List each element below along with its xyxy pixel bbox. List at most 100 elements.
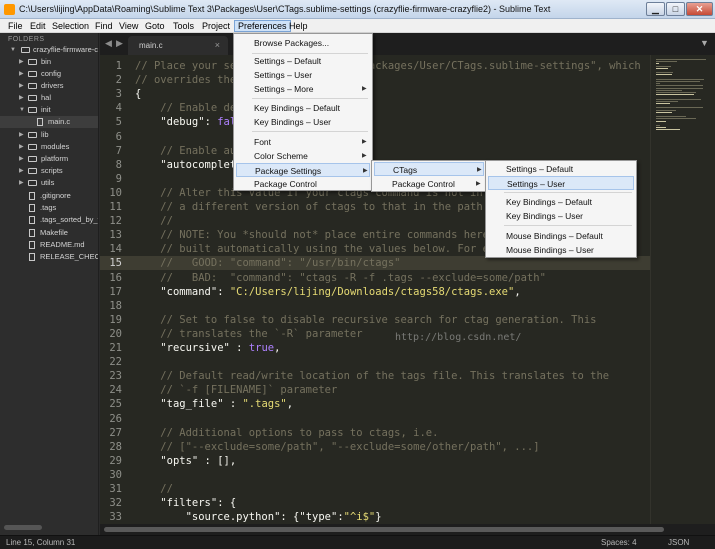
menu-item-settings-default[interactable]: Settings – Default	[236, 54, 370, 68]
menu-help[interactable]: Help	[286, 20, 311, 32]
chevron-down-icon[interactable]: ▼	[10, 44, 18, 56]
menu-item-ctags-settings-user[interactable]: Settings – User	[488, 176, 634, 190]
tab-main-c[interactable]: main.c ×	[128, 36, 228, 55]
menu-edit[interactable]: Edit	[27, 20, 49, 32]
code-line[interactable]: 30	[100, 468, 650, 482]
code-editor[interactable]: 33 "source.python": {"type":"^i$"} 32 "fi…	[100, 55, 650, 524]
menu-item-ctags-mouse-bindings-default[interactable]: Mouse Bindings – Default	[488, 229, 634, 243]
code-line[interactable]: 21 "recursive" : true,	[100, 341, 650, 355]
menu-item-package-control[interactable]: Package Control	[236, 177, 370, 191]
tab-next-icon[interactable]: ▶	[116, 38, 123, 49]
menu-item-package-control-settings[interactable]: Package Control ▶	[374, 177, 484, 191]
code-line[interactable]: 26	[100, 412, 650, 426]
tree-folder-config[interactable]: ▶ config	[0, 68, 98, 80]
minimize-button[interactable]: ▁	[646, 2, 665, 16]
editor-horizontal-scrollbar[interactable]	[100, 524, 715, 535]
line-number: 29	[109, 454, 122, 467]
code-line[interactable]: 27 // Additional options to pass to ctag…	[100, 426, 650, 440]
menu-item-key-bindings-user[interactable]: Key Bindings – User	[236, 115, 370, 129]
chevron-right-icon[interactable]: ▶	[19, 141, 27, 153]
menu-preferences[interactable]: Preferences	[234, 20, 291, 32]
chevron-right-icon[interactable]: ▶	[19, 80, 27, 92]
menu-item-settings-more[interactable]: Settings – More ▶	[236, 82, 370, 96]
menu-view[interactable]: View	[116, 20, 141, 32]
code-line[interactable]: 18	[100, 299, 650, 313]
code-line[interactable]: 33 "source.python": {"type":"^i$"}	[100, 510, 650, 524]
menu-file[interactable]: File	[5, 20, 26, 32]
chevron-right-icon[interactable]: ▶	[19, 165, 27, 177]
menu-item-package-settings[interactable]: Package Settings ▶	[236, 163, 370, 177]
tree-folder-init[interactable]: ▼ init	[0, 104, 98, 116]
chevron-right-icon[interactable]: ▶	[19, 129, 27, 141]
menu-find[interactable]: Find	[92, 20, 116, 32]
tree-folder-hal[interactable]: ▶ hal	[0, 92, 98, 104]
menu-selection[interactable]: Selection	[49, 20, 92, 32]
menu-item-ctags-settings-default[interactable]: Settings – Default	[488, 162, 634, 176]
code-line[interactable]: 1 // Place your settings in the file "Pac…	[100, 59, 650, 73]
minimap[interactable]	[650, 55, 715, 524]
sidebar-scrollbar[interactable]	[4, 525, 42, 530]
code-line[interactable]: 31 //	[100, 482, 650, 496]
chevron-right-icon[interactable]: ▶	[19, 153, 27, 165]
code-line[interactable]: 7 // Enable auto-complete.	[100, 144, 650, 158]
tree-folder-modules[interactable]: ▶ modules	[0, 141, 98, 153]
tree-file-tags-sorted[interactable]: .tags_sorted_by_fi	[0, 214, 98, 226]
chevron-down-icon[interactable]: ▼	[19, 104, 27, 116]
code-line[interactable]: 28 // ["--exclude=some/path", "--exclude…	[100, 440, 650, 454]
folder-icon	[28, 156, 37, 162]
tree-file-main-c[interactable]: main.c	[0, 116, 98, 128]
tree-folder-platform[interactable]: ▶ platform	[0, 153, 98, 165]
code-line[interactable]: 24 // `-f [FILENAME]` parameter	[100, 383, 650, 397]
menu-item-settings-user[interactable]: Settings – User	[236, 68, 370, 82]
chevron-right-icon[interactable]: ▶	[19, 177, 27, 189]
tree-file-gitignore[interactable]: .gitignore	[0, 190, 98, 202]
chevron-right-icon[interactable]: ▶	[19, 68, 27, 80]
menu-item-ctags-key-bindings-user[interactable]: Key Bindings – User	[488, 209, 634, 223]
scrollbar-thumb[interactable]	[104, 527, 664, 532]
tree-file-tags[interactable]: .tags	[0, 202, 98, 214]
tree-file-release-checklist[interactable]: RELEASE_CHECKLI	[0, 251, 98, 263]
code-line[interactable]: 4 // Enable debugging.	[100, 101, 650, 115]
close-window-button[interactable]: ✕	[686, 2, 713, 16]
maximize-button[interactable]: □	[666, 2, 685, 16]
code-line[interactable]: 23 // Default read/write location of the…	[100, 369, 650, 383]
menu-item-font[interactable]: Font ▶	[236, 135, 370, 149]
tree-folder-drivers[interactable]: ▶ drivers	[0, 80, 98, 92]
menu-item-ctags-mouse-bindings-user[interactable]: Mouse Bindings – User	[488, 243, 634, 257]
code-line[interactable]: 19 // Set to false to disable recursive …	[100, 313, 650, 327]
menu-tools[interactable]: Tools	[170, 20, 197, 32]
code-line[interactable]: 20 // translates the `-R` parameter	[100, 327, 650, 341]
menu-item-browse-packages[interactable]: Browse Packages...	[236, 36, 370, 50]
chevron-right-icon[interactable]: ▶	[19, 92, 27, 104]
syntax-selector[interactable]: JSON	[668, 538, 689, 547]
code-line[interactable]: 2// overrides the settings in here.	[100, 73, 650, 87]
code-line[interactable]: 29 "opts" : [],	[100, 454, 650, 468]
code-line[interactable]: 15 // GOOD: "command": "/usr/bin/ctags"	[100, 256, 650, 271]
code-line[interactable]: 6	[100, 130, 650, 144]
tab-dropdown-icon[interactable]: ▼	[700, 38, 709, 48]
code-line[interactable]: 32 "filters": {	[100, 496, 650, 510]
menu-item-ctags-key-bindings-default[interactable]: Key Bindings – Default	[488, 195, 634, 209]
code-line[interactable]: 25 "tag_file" : ".tags",	[100, 397, 650, 411]
code-line[interactable]: 22	[100, 355, 650, 369]
menu-item-ctags[interactable]: CTags ▶	[374, 162, 484, 176]
indentation-setting[interactable]: Spaces: 4	[601, 538, 637, 547]
code-line[interactable]: 3{	[100, 87, 650, 101]
code-line[interactable]: 5 "debug": false,	[100, 115, 650, 129]
tree-folder-root[interactable]: ▼ crazyflie-firmware-cr	[0, 44, 98, 56]
menu-item-color-scheme[interactable]: Color Scheme ▶	[236, 149, 370, 163]
tree-file-readme[interactable]: README.md	[0, 239, 98, 251]
tree-folder-bin[interactable]: ▶ bin	[0, 56, 98, 68]
tab-prev-icon[interactable]: ◀	[105, 38, 112, 49]
menu-item-key-bindings-default[interactable]: Key Bindings – Default	[236, 101, 370, 115]
code-line[interactable]: 16 // BAD: "command": "ctags -R -f .tags…	[100, 271, 650, 285]
menu-project[interactable]: Project	[199, 20, 233, 32]
tree-folder-utils[interactable]: ▶ utils	[0, 177, 98, 189]
code-line[interactable]: 17 "command": "C:/Users/lijing/Downloads…	[100, 285, 650, 299]
menu-goto[interactable]: Goto	[142, 20, 168, 32]
chevron-right-icon[interactable]: ▶	[19, 56, 27, 68]
tree-file-makefile[interactable]: Makefile	[0, 227, 98, 239]
tab-close-icon[interactable]: ×	[215, 40, 220, 50]
tree-folder-lib[interactable]: ▶ lib	[0, 129, 98, 141]
tree-folder-scripts[interactable]: ▶ scripts	[0, 165, 98, 177]
